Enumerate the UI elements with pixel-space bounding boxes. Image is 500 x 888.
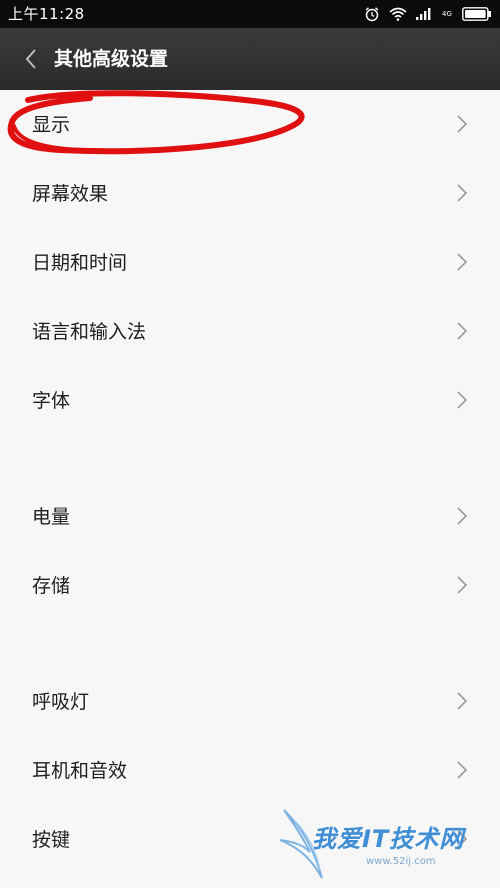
chevron-right-icon [456,506,468,526]
chevron-right-icon [456,575,468,595]
chevron-right-icon [456,829,468,849]
settings-item-label: 显示 [32,114,71,136]
settings-item-label: 字体 [32,390,71,412]
chevron-right-icon [456,390,468,410]
header-bar: 其他高级设置 [0,28,500,90]
settings-item-label: 存储 [32,575,71,597]
settings-item-notification-light[interactable]: 呼吸灯 [0,667,500,736]
page-title: 其他高级设置 [54,48,169,70]
signal-icon [416,7,432,21]
settings-item-buttons[interactable]: 按键 [0,805,500,874]
chevron-right-icon [456,691,468,711]
settings-item-display[interactable]: 显示 [0,90,500,159]
settings-item-label: 按键 [32,829,71,851]
settings-item-label: 日期和时间 [32,252,128,274]
settings-item-font[interactable]: 字体 [0,366,500,435]
settings-item-label: 呼吸灯 [32,691,90,713]
network-type-label: 4G [442,10,452,18]
settings-item-label: 语言和输入法 [32,321,147,343]
chevron-right-icon [456,321,468,341]
settings-item-language-input[interactable]: 语言和输入法 [0,297,500,366]
alarm-icon [364,6,380,22]
chevron-left-icon[interactable] [20,46,44,72]
status-time: 上午11:28 [8,5,85,23]
settings-item-label: 电量 [32,506,71,528]
chevron-right-icon [456,760,468,780]
settings-item-storage[interactable]: 存储 [0,551,500,620]
chevron-right-icon [456,183,468,203]
chevron-right-icon [456,252,468,272]
status-icons: 4G [364,5,492,23]
status-bar: 上午11:28 4G [0,0,500,28]
battery-icon [462,7,492,21]
settings-item-screen-effect[interactable]: 屏幕效果 [0,159,500,228]
wifi-icon [389,7,407,21]
chevron-right-icon [456,114,468,134]
settings-item-label: 耳机和音效 [32,760,128,782]
settings-item-date-time[interactable]: 日期和时间 [0,228,500,297]
settings-item-headset-audio[interactable]: 耳机和音效 [0,736,500,805]
settings-item-battery[interactable]: 电量 [0,482,500,551]
settings-item-label: 屏幕效果 [32,183,109,205]
